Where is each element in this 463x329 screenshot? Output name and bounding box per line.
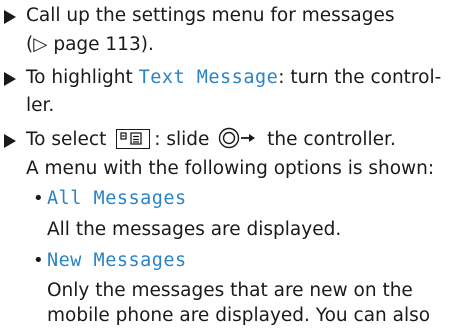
message-key-icon xyxy=(116,129,151,149)
option-new-messages-description-2: mobile phone are displayed. You can also xyxy=(47,305,431,326)
option-all-messages: All Messages xyxy=(47,188,187,209)
step-3-middle: : slide xyxy=(154,129,216,150)
step-2-line-2: ler. xyxy=(26,95,55,116)
step-2-prefix: To highlight xyxy=(26,67,139,88)
step-arrow-icon xyxy=(4,72,16,86)
step-2-line-1: To highlight Text Message: turn the cont… xyxy=(26,65,441,91)
step-3-prefix: To select xyxy=(26,129,113,150)
bullet-icon: • xyxy=(33,250,44,271)
step-arrow-icon xyxy=(4,134,16,148)
step-3-line-1: To select : slide the controller. xyxy=(26,127,396,157)
step-1-line-1: Call up the settings menu for messages xyxy=(26,5,395,26)
option-all-messages-description: All the messages are displayed. xyxy=(47,219,342,240)
step-2-suffix: : turn the control- xyxy=(278,67,442,88)
step-arrow-icon xyxy=(4,10,16,24)
step-3-line-2: A menu with the following options is sho… xyxy=(26,158,435,179)
step-1-line-2: (▷ page 113). xyxy=(26,34,154,55)
option-new-messages: New Messages xyxy=(47,250,187,271)
option-new-messages-description-1: Only the messages that are new on the xyxy=(47,280,413,301)
document-page: Call up the settings menu for messages (… xyxy=(0,0,463,326)
controller-slide-right-icon xyxy=(218,127,258,157)
highlight-text-message: Text Message xyxy=(138,67,279,88)
step-3-suffix: the controller. xyxy=(261,129,396,150)
bullet-icon: • xyxy=(33,188,44,209)
